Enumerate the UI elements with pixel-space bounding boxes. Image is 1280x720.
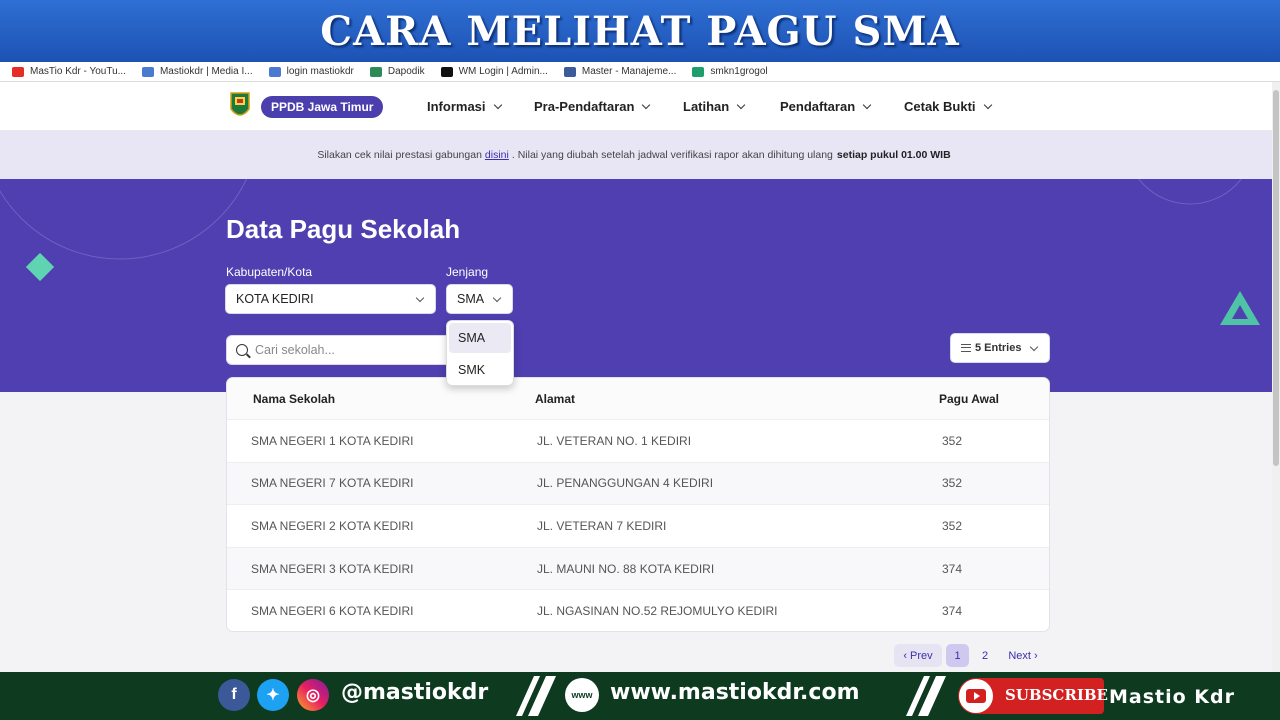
bookmark-favicon-icon (141, 66, 154, 77)
table-row[interactable]: SMA NEGERI 7 KOTA KEDIRI JL. PENANGGUNGAN… (227, 462, 1049, 506)
banner-title: CARA MELIHAT PAGU SMA (320, 7, 960, 55)
diamond-shape-icon (25, 252, 55, 282)
nav-latihan[interactable]: Latihan (683, 99, 746, 114)
chevron-down-icon (492, 293, 502, 303)
cell-pagu-awal: 374 (942, 561, 963, 576)
jatim-logo-icon[interactable] (229, 91, 251, 121)
bookmark-favicon-icon (563, 66, 576, 77)
nav-pendaftaran[interactable]: Pendaftaran (780, 99, 872, 114)
cell-alamat: JL. NGASINAN NO.52 REJOMULYO KEDIRI (537, 604, 778, 619)
cell-nama-sekolah: SMA NEGERI 7 KOTA KEDIRI (251, 476, 414, 491)
table-row[interactable]: SMA NEGERI 3 KOTA KEDIRI JL. MAUNI NO. 88… (227, 547, 1049, 591)
bookmark-favicon-icon (369, 66, 382, 77)
cell-pagu-awal: 352 (942, 518, 963, 533)
jenjang-dropdown: SMA SMK (446, 320, 514, 386)
scrollbar-thumb[interactable] (1273, 90, 1279, 466)
divider-stripe-icon (906, 676, 946, 716)
bookmark-favicon-icon (692, 66, 705, 77)
subscribe-label: SUBSCRIBE (1005, 686, 1108, 704)
triangle-shape-icon (1220, 291, 1260, 325)
globe-icon: www (565, 678, 599, 712)
cell-pagu-awal: 352 (942, 476, 963, 491)
navbar: PPDB Jawa Timur Informasi Pra-Pendaftara… (0, 82, 1272, 130)
divider-stripe-icon (516, 676, 556, 716)
footer-website: www.mastiokdr.com (610, 680, 860, 705)
page-title: Data Pagu Sekolah (226, 214, 461, 244)
header-alamat[interactable]: Alamat (535, 392, 575, 406)
kabupaten-label: Kabupaten/Kota (226, 265, 313, 279)
prev-button[interactable]: ‹ Prev (894, 644, 942, 667)
cell-alamat: JL. VETERAN 7 KEDIRI (537, 518, 667, 533)
search-input[interactable]: Cari sekolah... (226, 335, 454, 365)
facebook-icon: f (218, 679, 250, 711)
nav-pra-pendaftaran[interactable]: Pra-Pendaftaran (534, 99, 651, 114)
twitter-icon: ✦ (257, 679, 289, 711)
bookmark-favicon-icon (268, 66, 281, 77)
cell-nama-sekolah: SMA NEGERI 3 KOTA KEDIRI (251, 561, 414, 576)
chevron-down-icon (493, 100, 502, 109)
cell-pagu-awal: 352 (942, 433, 963, 448)
bookmark-item[interactable]: Dapodik (369, 66, 425, 77)
option-sma[interactable]: SMA (449, 323, 511, 353)
table-header: Nama Sekolah Alamat Pagu Awal (227, 378, 1049, 420)
next-button[interactable]: Next › (1002, 644, 1044, 667)
brand-badge[interactable]: PPDB Jawa Timur (261, 96, 384, 118)
page-1-button[interactable]: 1 (946, 644, 969, 667)
footer-channel: Mastio Kdr (1109, 686, 1235, 708)
search-icon (236, 344, 248, 356)
chevron-down-icon (736, 100, 746, 109)
entries-select[interactable]: 5 Entries (950, 333, 1050, 363)
chevron-down-icon (415, 293, 425, 303)
bookmark-favicon-icon (440, 66, 453, 77)
list-icon (961, 344, 971, 352)
bookmarks-bar: MasTio Kdr - YouTu... Mastiokdr | Media I… (0, 62, 1280, 82)
chevron-down-icon (1029, 342, 1039, 352)
footer-handle: @mastiokdr (341, 680, 489, 705)
notice-bar: Silakan cek nilai prestasi gabungan disi… (0, 130, 1272, 179)
scrollbar[interactable] (1272, 82, 1280, 672)
bookmark-item[interactable]: Mastiokdr | Media I... (141, 66, 253, 77)
header-nama-sekolah[interactable]: Nama Sekolah (253, 392, 335, 406)
nav-informasi[interactable]: Informasi (427, 99, 502, 114)
chevron-down-icon (983, 100, 992, 109)
kabupaten-select[interactable]: KOTA KEDIRI (225, 284, 436, 314)
hero-section (0, 179, 1272, 392)
page-2-button[interactable]: 2 (974, 644, 996, 667)
bookmark-item[interactable]: Master - Manajeme... (563, 66, 676, 77)
cell-nama-sekolah: SMA NEGERI 6 KOTA KEDIRI (251, 604, 414, 619)
cell-alamat: JL. VETERAN NO. 1 KEDIRI (537, 433, 692, 448)
title-banner: CARA MELIHAT PAGU SMA (0, 0, 1280, 62)
search-placeholder: Cari sekolah... (255, 343, 335, 357)
cell-nama-sekolah: SMA NEGERI 2 KOTA KEDIRI (251, 518, 414, 533)
header-pagu-awal[interactable]: Pagu Awal (939, 392, 999, 406)
jenjang-label: Jenjang (446, 265, 489, 279)
chevron-down-icon (642, 100, 651, 109)
table-row[interactable]: SMA NEGERI 6 KOTA KEDIRI JL. NGASINAN NO.… (227, 590, 1049, 631)
cell-nama-sekolah: SMA NEGERI 1 KOTA KEDIRI (251, 433, 414, 448)
table-row[interactable]: SMA NEGERI 2 KOTA KEDIRI JL. VETERAN 7 KE… (227, 505, 1049, 548)
chevron-down-icon (862, 100, 872, 109)
cell-alamat: JL. MAUNI NO. 88 KOTA KEDIRI (537, 561, 715, 576)
instagram-icon: ◎ (297, 679, 329, 711)
bookmark-item[interactable]: login mastiokdr (268, 66, 354, 77)
notice-link[interactable]: disini (485, 149, 509, 161)
table-row[interactable]: SMA NEGERI 1 KOTA KEDIRI JL. VETERAN NO. … (227, 420, 1049, 463)
pagu-table: Nama Sekolah Alamat Pagu Awal SMA NEGERI… (226, 377, 1050, 632)
option-smk[interactable]: SMK (449, 355, 511, 385)
cell-alamat: JL. PENANGGUNGAN 4 KEDIRI (537, 476, 714, 491)
table-body: SMA NEGERI 1 KOTA KEDIRI JL. VETERAN NO. … (227, 420, 1049, 631)
bookmark-item[interactable]: WM Login | Admin... (440, 66, 548, 77)
bookmark-item[interactable]: MasTio Kdr - YouTu... (12, 66, 126, 77)
nav-cetak-bukti[interactable]: Cetak Bukti (904, 99, 992, 114)
jenjang-select[interactable]: SMA (446, 284, 513, 314)
bookmark-favicon-icon (12, 66, 24, 77)
cell-pagu-awal: 374 (942, 604, 963, 619)
bookmark-item[interactable]: smkn1grogol (692, 66, 768, 77)
youtube-icon (959, 679, 993, 713)
hero-decoration (0, 179, 1260, 325)
